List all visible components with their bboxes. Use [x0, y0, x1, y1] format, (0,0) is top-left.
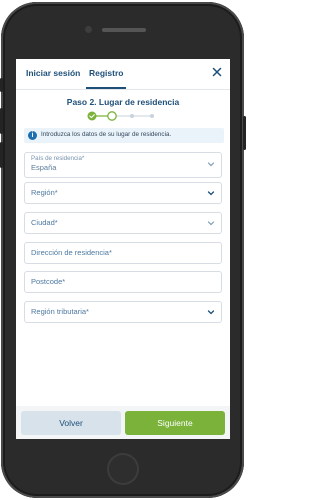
auth-tabs: Iniciar sesión Registro [16, 59, 230, 90]
mute-switch [0, 78, 3, 92]
chevron-down-icon [207, 191, 215, 196]
volume-up-button [0, 108, 3, 134]
postcode-label: Postcode* [31, 277, 66, 286]
chevron-down-icon [207, 162, 215, 167]
home-button [107, 453, 139, 485]
tab-register[interactable]: Registro [89, 68, 123, 78]
tab-login[interactable]: Iniciar sesión [26, 68, 80, 78]
region-label: Región* [31, 188, 58, 197]
chevron-down-icon [207, 310, 215, 315]
app-screen: Iniciar sesión Registro Paso 2. Lugar de… [16, 59, 230, 439]
info-banner: i Introduzca los datos de su lugar de re… [24, 128, 224, 143]
volume-down-button [0, 142, 3, 168]
info-text: Introduzca los datos de su lugar de resi… [41, 131, 172, 138]
address-label: Dirección de residencia* [31, 248, 112, 257]
step-title: Paso 2. Lugar de residencia [66, 97, 180, 107]
power-button [243, 116, 246, 150]
address-field[interactable]: Dirección de residencia* [24, 242, 222, 264]
chevron-down-icon [207, 221, 215, 226]
tax-region-select[interactable]: Región tributaria* [24, 301, 222, 323]
info-icon: i [28, 131, 37, 140]
city-label: Ciudad* [31, 218, 58, 227]
earpiece-speaker [102, 28, 146, 32]
tax-region-label: Región tributaria* [31, 307, 89, 316]
step-1-complete-icon [87, 111, 97, 121]
next-button[interactable]: Siguiente [125, 411, 225, 435]
action-bar: Volver Siguiente [16, 406, 230, 439]
back-button[interactable]: Volver [21, 411, 121, 435]
country-label: País de residencia* [31, 155, 85, 162]
postcode-field[interactable]: Postcode* [24, 271, 222, 293]
step-3-pending-icon [130, 114, 134, 118]
front-camera [85, 26, 92, 33]
country-value: España [31, 163, 57, 172]
country-select[interactable]: País de residencia* España [24, 152, 222, 178]
close-icon[interactable] [210, 65, 224, 79]
active-tab-indicator [86, 87, 126, 89]
region-select[interactable]: Región* [24, 182, 222, 204]
step-4-pending-icon [150, 114, 154, 118]
city-select[interactable]: Ciudad* [24, 212, 222, 234]
step-2-current-icon [107, 111, 117, 121]
progress-stepper [87, 111, 154, 121]
